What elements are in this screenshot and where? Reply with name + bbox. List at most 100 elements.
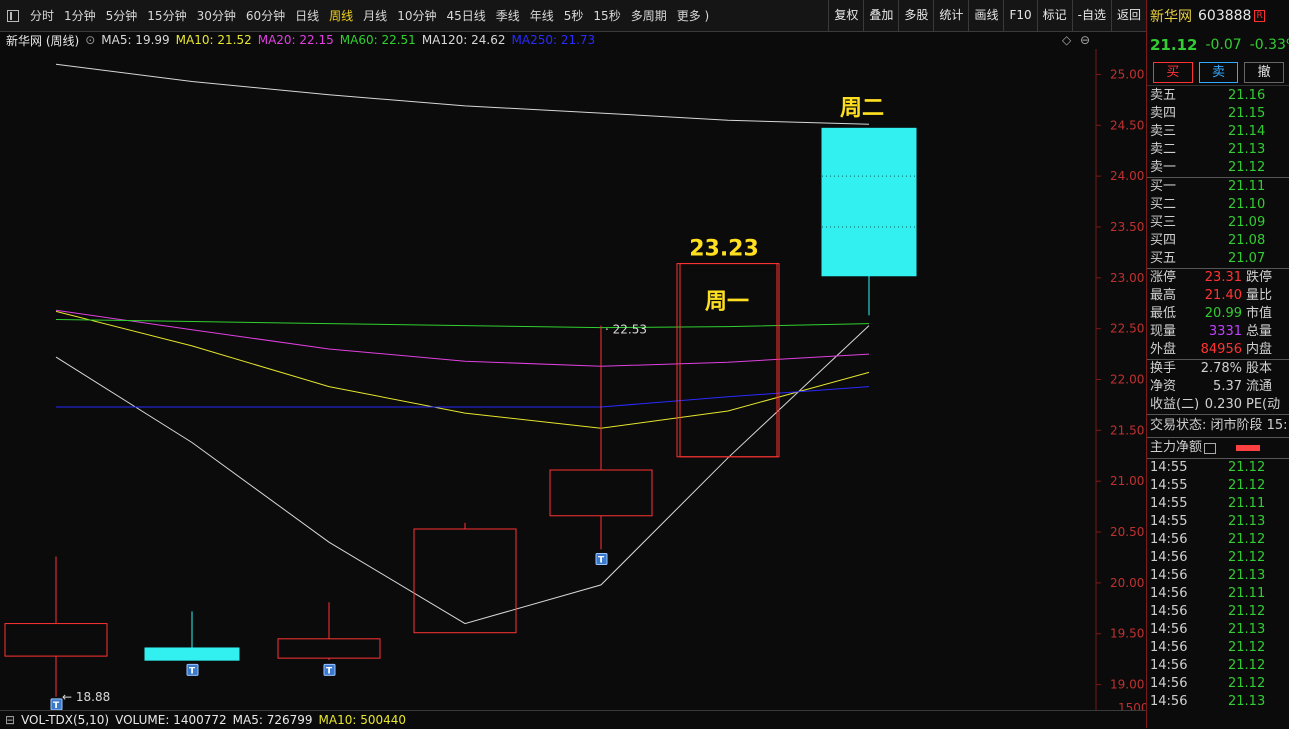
book-price: 21.13 xyxy=(1228,142,1266,157)
quote-header: 新华网 603888 R xyxy=(1147,0,1289,31)
panel-toggle-icon[interactable] xyxy=(7,9,19,22)
ma5-label: MA5: 19.99 xyxy=(101,33,170,47)
collapse-icon[interactable]: ⊖ xyxy=(1080,33,1090,47)
book-level-label: 卖五 xyxy=(1150,88,1177,103)
book-row[interactable]: 买三 21.09 xyxy=(1147,214,1289,232)
tick-time: 14:56 xyxy=(1150,676,1188,691)
period-tab[interactable]: 60分钟 xyxy=(241,7,290,24)
period-tab[interactable]: 10分钟 xyxy=(392,7,441,24)
tool-button[interactable]: 标记 xyxy=(1036,0,1072,31)
tick-row: 14:55 21.12 xyxy=(1147,459,1289,477)
book-price: 21.16 xyxy=(1228,88,1266,103)
tick-row: 14:56 21.13 xyxy=(1147,567,1289,585)
period-tab[interactable]: 15秒 xyxy=(588,7,625,24)
tick-price: 21.11 xyxy=(1228,496,1266,511)
vol-label: VOL-TDX(5,10) xyxy=(21,713,110,727)
kline-svg[interactable]: 25.00 24.50 24.00 23.50 23.00 22.50 22.00 21.50… xyxy=(0,49,1156,715)
kline-chart[interactable]: 25.00 24.50 24.00 23.50 23.00 22.50 22.00 21.50… xyxy=(0,49,1156,715)
tool-button[interactable]: 多股 xyxy=(898,0,933,31)
period-tab[interactable]: 多周期 xyxy=(626,7,672,24)
ma10-label: MA10: 21.52 xyxy=(175,33,252,47)
diamond-icon[interactable]: ◇ xyxy=(1062,33,1071,47)
tick-time: 14:56 xyxy=(1150,622,1188,637)
tool-button[interactable]: 画线 xyxy=(968,0,1003,31)
period-tab[interactable]: 5秒 xyxy=(559,7,589,24)
period-tab[interactable]: 1分钟 xyxy=(59,7,101,24)
y-tick-label-partial: 15000 xyxy=(1118,701,1146,710)
stat-row: 最高 21.40 量比 xyxy=(1147,287,1289,305)
book-row[interactable]: 买一 21.11 xyxy=(1147,178,1289,196)
period-tab[interactable]: 15分钟 xyxy=(142,7,191,24)
stat-value: 5.37 xyxy=(1213,379,1242,394)
candle-body xyxy=(821,127,917,277)
settings-dropdown-icon[interactable]: ⊙ xyxy=(85,33,95,47)
book-level-label: 买二 xyxy=(1150,197,1177,212)
candle-body xyxy=(4,623,108,657)
tuesday-label: 周二 xyxy=(840,96,884,121)
book-row[interactable]: 买五 21.07 xyxy=(1147,250,1289,268)
period-tab[interactable]: 日线 xyxy=(290,7,324,24)
period-tab[interactable]: 分时 xyxy=(25,7,59,24)
period-tab[interactable]: 30分钟 xyxy=(192,7,241,24)
period-tab[interactable]: 周线 xyxy=(324,7,358,24)
trade-buttons: 买 卖 撤 xyxy=(1147,59,1289,86)
stat-label: 涨停 xyxy=(1150,270,1177,285)
book-level-label: 买五 xyxy=(1150,251,1177,266)
ma60-label: MA60: 22.51 xyxy=(339,33,416,47)
book-level-label: 卖三 xyxy=(1150,124,1177,139)
y-tick-label: 21.50 xyxy=(1110,423,1144,437)
stat-label: 外盘 xyxy=(1150,342,1177,357)
y-tick-label: 24.50 xyxy=(1110,118,1144,132)
tick-row: 14:55 21.12 xyxy=(1147,477,1289,495)
y-tick-label: 20.00 xyxy=(1110,576,1144,590)
book-row[interactable]: 卖四 21.15 xyxy=(1147,105,1289,123)
main-flow-row: 主力净额 xyxy=(1147,437,1289,458)
tool-button[interactable]: 叠加 xyxy=(863,0,898,31)
book-row[interactable]: 卖一 21.12 xyxy=(1147,159,1289,177)
period-tab[interactable]: 年线 xyxy=(525,7,559,24)
collapse-vol-icon[interactable]: ⊟ xyxy=(5,713,15,727)
tick-time: 14:55 xyxy=(1150,496,1188,511)
t-marker-letter: T xyxy=(53,701,60,710)
tick-price: 21.12 xyxy=(1228,658,1266,673)
period-tab[interactable]: 更多 ) xyxy=(672,7,715,24)
cancel-button[interactable]: 撤 xyxy=(1244,61,1285,83)
tick-time: 14:55 xyxy=(1150,514,1188,529)
stat-label-2: 量比 xyxy=(1246,288,1273,303)
period-tab[interactable]: 季线 xyxy=(491,7,525,24)
tool-button[interactable]: F10 xyxy=(1003,0,1036,31)
tick-time: 14:56 xyxy=(1150,658,1188,673)
tick-row: 14:56 21.13 xyxy=(1147,621,1289,639)
period-tab[interactable]: 5分钟 xyxy=(101,7,143,24)
stat-value: 84956 xyxy=(1200,342,1242,357)
stat-label: 最高 xyxy=(1150,288,1177,303)
tick-list[interactable]: 14:55 21.12 14:55 21.12 14:55 21.11 14:55 21.13… xyxy=(1147,458,1289,711)
tick-time: 14:56 xyxy=(1150,532,1188,547)
sell-button[interactable]: 卖 xyxy=(1198,61,1239,83)
tool-button[interactable]: 统计 xyxy=(933,0,968,31)
chart-title: 新华网 (周线) xyxy=(6,33,80,48)
stat-label: 净资 xyxy=(1150,379,1177,394)
tick-price: 21.13 xyxy=(1228,568,1266,583)
period-tab[interactable]: 月线 xyxy=(358,7,392,24)
y-tick-label: 20.50 xyxy=(1110,525,1144,539)
flow-bar xyxy=(1236,445,1261,451)
quote-panel: 新华网 603888 R 21.12 -0.07 -0.33% 买 卖 撤 卖五… xyxy=(1146,0,1289,728)
tool-button[interactable]: 返回 xyxy=(1110,0,1146,31)
period-tab[interactable]: 45日线 xyxy=(441,7,490,24)
stat-label: 最低 xyxy=(1150,306,1177,321)
tool-button[interactable]: 复权 xyxy=(828,0,863,31)
book-row[interactable]: 买二 21.10 xyxy=(1147,196,1289,214)
book-row[interactable]: 卖三 21.14 xyxy=(1147,123,1289,141)
buy-button[interactable]: 买 xyxy=(1153,61,1193,83)
book-row[interactable]: 卖五 21.16 xyxy=(1147,87,1289,105)
book-price: 21.11 xyxy=(1228,179,1266,194)
stat-label-2: 内盘 xyxy=(1246,342,1273,357)
book-row[interactable]: 买四 21.08 xyxy=(1147,232,1289,250)
book-price: 21.14 xyxy=(1228,124,1266,139)
book-row[interactable]: 卖二 21.13 xyxy=(1147,141,1289,159)
list-icon[interactable] xyxy=(1204,442,1217,454)
tool-button[interactable]: -自选 xyxy=(1071,0,1111,31)
ma20-label: MA20: 22.15 xyxy=(257,33,334,47)
stat-value: 0.230 xyxy=(1204,397,1242,412)
